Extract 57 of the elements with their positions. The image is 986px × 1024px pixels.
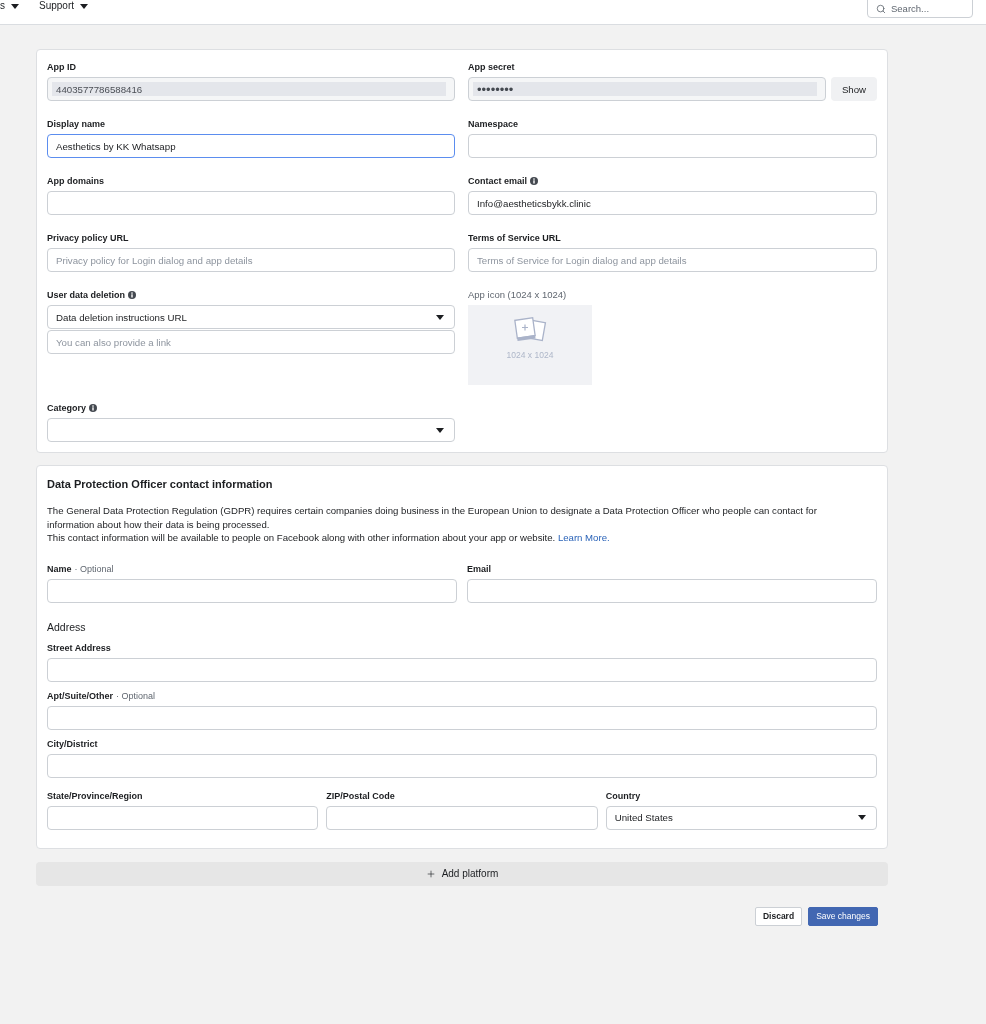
text-field[interactable] (326, 805, 598, 830)
field-label: Country (605, 789, 641, 802)
search-field[interactable]: Search... (867, 0, 973, 18)
field-label: App icon (1024 x 1024) (468, 289, 567, 301)
text-field[interactable] (47, 753, 877, 778)
learn-more-link[interactable]: Learn More. (557, 532, 610, 543)
field-label: App domains (47, 175, 104, 187)
field-label: State/Province/Region (47, 789, 143, 802)
text-field[interactable]: Aesthetics by KK Whatsapp (47, 134, 455, 158)
select-field[interactable] (47, 418, 455, 442)
select-field[interactable]: United States (605, 805, 877, 830)
field-label: City/District (47, 737, 98, 750)
text-field[interactable] (47, 191, 455, 215)
text-field[interactable] (47, 578, 457, 603)
caret-icon (436, 427, 444, 433)
search-icon (876, 4, 886, 14)
field-label: ZIP/Postal Code (326, 789, 395, 802)
text-field[interactable] (47, 805, 319, 830)
field-label: Street Address (47, 641, 111, 654)
text-field[interactable] (47, 705, 877, 730)
field-label: Name (47, 562, 72, 575)
readonly-field[interactable]: 4403577786588416 (47, 77, 455, 101)
show-button[interactable]: Show (831, 77, 877, 101)
optional-note: · Optional (116, 689, 156, 702)
nav-menu-item[interactable]: s (0, 0, 19, 12)
field-label: Privacy policy URL (47, 232, 129, 244)
text-field[interactable] (467, 578, 877, 603)
discard-button[interactable]: Discard (754, 906, 803, 926)
description-text: The General Data Protection Regulation (GDPR) requires certain companies doing business in the European Union to designate a Data Protection Officer who people can contact for information about how their data is being processed. (47, 504, 818, 531)
link-field[interactable]: You can also provide a link (47, 330, 455, 354)
text-field[interactable] (47, 657, 877, 682)
caret-icon (858, 815, 866, 820)
field-label: Category (47, 402, 86, 414)
select-field[interactable]: Data deletion instructions URL (47, 305, 455, 329)
plus-icon (425, 868, 436, 879)
field-label: Display name (47, 118, 106, 130)
secret-field[interactable]: •••••••• (468, 77, 826, 101)
description-text: This contact information will be available to people on Facebook along with other information about your app or website. Learn More. (47, 531, 611, 545)
section-title: Data Protection Officer contact information (47, 477, 274, 491)
field-label: Terms of Service URL (468, 232, 561, 244)
nav-menu-item[interactable]: Support (39, 0, 89, 12)
field-label: Contact email (468, 175, 527, 187)
caret-icon (436, 314, 444, 320)
text-field[interactable]: Info@aestheticsbykk.clinic (468, 191, 877, 215)
field-label: App ID (47, 61, 76, 73)
add-platform-button[interactable]: Add platform (36, 861, 888, 886)
text-field[interactable]: Privacy policy for Login dialog and app details (47, 248, 455, 272)
field-label: App secret (468, 61, 515, 73)
field-label: User data deletion (47, 289, 126, 301)
field-label: Email (467, 562, 491, 575)
save-button[interactable]: Save changes (808, 906, 878, 926)
text-field[interactable]: Terms of Service for Login dialog and app details (468, 248, 877, 272)
field-label: Apt/Suite/Other (47, 689, 113, 702)
text-field[interactable] (468, 134, 877, 158)
optional-note: · Optional (74, 562, 114, 575)
address-heading: Address (47, 620, 87, 634)
field-label: Namespace (468, 118, 519, 130)
